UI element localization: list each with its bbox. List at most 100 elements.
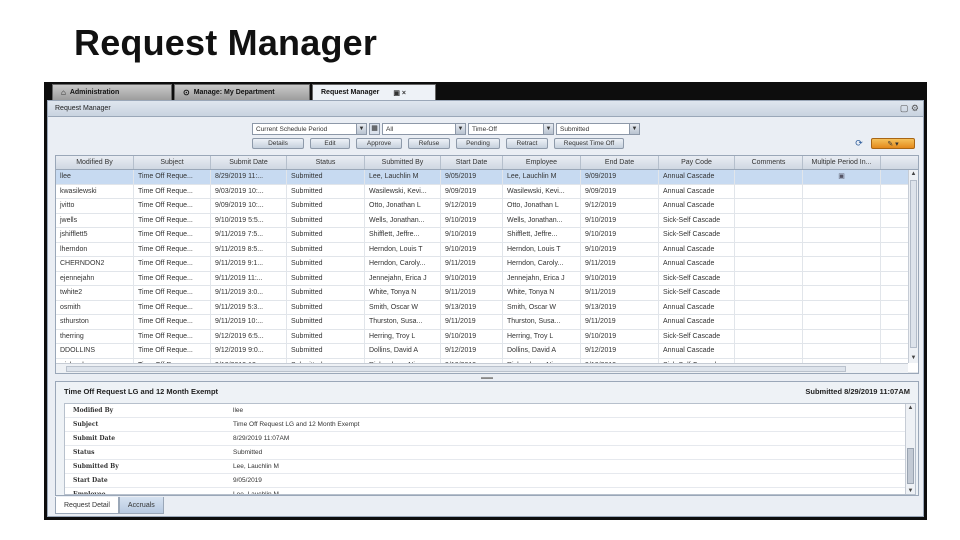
table-cell: Submitted [287,213,365,227]
table-cell: 9/13/2019 [441,300,503,314]
table-cell: 9/10/2019 [581,213,659,227]
scroll-thumb[interactable] [907,448,914,484]
table-cell: kwasilewski [56,184,134,198]
scroll-thumb[interactable] [66,366,846,372]
table-row[interactable]: twhite2 Time Off Reque... 9/11/2019 3:0...… [56,286,918,301]
status-select[interactable]: Submitted ▼ [556,123,640,135]
table-cell: Smith, Oscar W [503,300,581,314]
table-cell [803,228,881,242]
table-cell: 9/11/2019 8:5... [211,242,287,256]
refuse-button[interactable]: Refuse [408,138,450,149]
table-cell [735,257,803,271]
table-cell [735,170,803,184]
column-header[interactable]: Comments [735,156,803,169]
field-value: Lee, Lauchlin M [233,491,279,495]
tab-manage-department[interactable]: ⊙ Manage: My Department [174,84,310,100]
table-cell: 9/12/2019 [581,344,659,358]
table-row[interactable]: jvitto Time Off Reque... 9/09/2019 10:... S… [56,199,918,214]
chevron-down-icon: ▼ [543,124,553,134]
table-cell: Wasilewski, Kevi... [503,184,581,198]
detail-scrollbar[interactable]: ▲ ▼ [905,404,915,494]
table-row[interactable]: kwasilewski Time Off Reque... 9/03/2019 10… [56,184,918,199]
table-cell: 9/10/2019 [581,242,659,256]
scroll-thumb[interactable] [910,180,917,348]
table-cell: 9/10/2019 [441,213,503,227]
column-header[interactable]: Status [287,156,365,169]
tab-label: Manage: My Department [193,89,275,96]
quick-action-button[interactable]: ✎ ▾ [871,138,915,149]
request-manager-panel: Request Manager ▢ ⚙ Current Schedule Per… [47,100,924,517]
table-cell: 9/11/2019 [441,315,503,329]
type-select[interactable]: Time-Off ▼ [468,123,554,135]
horizontal-scrollbar[interactable] [56,363,908,373]
table-cell: osmith [56,300,134,314]
column-header[interactable]: Modified By [56,156,134,169]
field-label: Employee [73,491,106,495]
calendar-icon[interactable]: ▦ [369,123,380,135]
page-title: Request Manager [74,22,378,63]
table-cell: therring [56,329,134,343]
employee-select[interactable]: All ▼ [382,123,466,135]
refresh-icon[interactable]: ⟳ [853,138,865,149]
tab-accruals[interactable]: Accruals [118,497,164,514]
edit-button[interactable]: Edit [310,138,350,149]
table-row[interactable]: therring Time Off Reque... 9/12/2019 6:5..… [56,329,918,344]
table-cell: Sick-Self Cascade [659,329,735,343]
table-cell: Dollins, David A [365,344,441,358]
column-header[interactable]: Submit Date [211,156,287,169]
table-cell: Shifflett, Jeffre... [503,228,581,242]
period-select[interactable]: Current Schedule Period ▼ [252,123,367,135]
scroll-down-icon[interactable]: ▼ [909,354,918,363]
table-row[interactable]: llee Time Off Reque... 8/29/2019 11:... Sub… [56,170,918,185]
field-value: Time Off Request LG and 12 Month Exempt [233,421,360,428]
table-cell: Lee, Lauchlin M [365,170,441,184]
filter-toolbar: Current Schedule Period ▼ ▦ All ▼ Time-O… [252,123,640,136]
column-header[interactable]: Employee [503,156,581,169]
table-row[interactable]: jwells Time Off Reque... 9/10/2019 5:5... S… [56,213,918,228]
tab-request-manager[interactable]: Request Manager ▣ × [312,84,436,100]
table-cell: Annual Cascade [659,170,735,184]
table-row[interactable]: sthurston Time Off Reque... 9/11/2019 10:.… [56,315,918,330]
vertical-scrollbar[interactable]: ▲ ▼ [908,170,918,363]
table-cell: ejennejahn [56,271,134,285]
table-cell [803,184,881,198]
tab-administration[interactable]: ⌂ Administration [52,84,172,100]
column-header[interactable]: Pay Code [659,156,735,169]
scroll-down-icon[interactable]: ▼ [906,487,915,494]
pending-button[interactable]: Pending [456,138,500,149]
table-row[interactable]: jshifflett5 Time Off Reque... 9/11/2019 7:… [56,228,918,243]
column-header[interactable]: Subject [134,156,211,169]
gear-icon[interactable]: ▢ ⚙ [900,103,919,114]
table-cell [735,213,803,227]
table-cell: Time Off Reque... [134,257,211,271]
request-time-off-button[interactable]: Request Time Off [554,138,624,149]
table-cell: jshifflett5 [56,228,134,242]
table-cell: 9/03/2019 10:... [211,184,287,198]
tab-request-detail[interactable]: Request Detail [55,497,119,514]
table-row[interactable]: ejennejahn Time Off Reque... 9/11/2019 11:… [56,271,918,286]
detail-row: Status Submitted [65,446,915,460]
table-cell: Jennejahn, Erica J [365,271,441,285]
table-cell: Submitted [287,170,365,184]
chevron-down-icon: ▼ [356,124,366,134]
table-row[interactable]: osmith Time Off Reque... 9/11/2019 5:3... S… [56,300,918,315]
table-cell: 9/12/2019 [441,199,503,213]
details-button[interactable]: Details [252,138,304,149]
field-label: Subject [73,421,99,428]
table-cell: DDOLLINS [56,344,134,358]
close-icon[interactable]: ▣ × [393,89,406,97]
table-row[interactable]: CHERNDON2 Time Off Reque... 9/11/2019 9:1.… [56,257,918,272]
detail-header: Time Off Request LG and 12 Month Exempt … [56,382,918,400]
table-row[interactable]: lherndon Time Off Reque... 9/11/2019 8:5..… [56,242,918,257]
column-header[interactable]: Start Date [441,156,503,169]
retract-button[interactable]: Retract [506,138,548,149]
panel-header: Request Manager ▢ ⚙ [48,101,923,117]
scroll-up-icon[interactable]: ▲ [909,170,918,179]
table-row[interactable]: DDOLLINS Time Off Reque... 9/12/2019 9:0..… [56,344,918,359]
column-header[interactable]: Multiple Period In... [803,156,881,169]
approve-button[interactable]: Approve [356,138,402,149]
detail-fields: Modified By llee Subject Time Off Request L… [64,403,916,495]
scroll-up-icon[interactable]: ▲ [906,404,915,413]
column-header[interactable]: End Date [581,156,659,169]
column-header[interactable]: Submitted By [365,156,441,169]
